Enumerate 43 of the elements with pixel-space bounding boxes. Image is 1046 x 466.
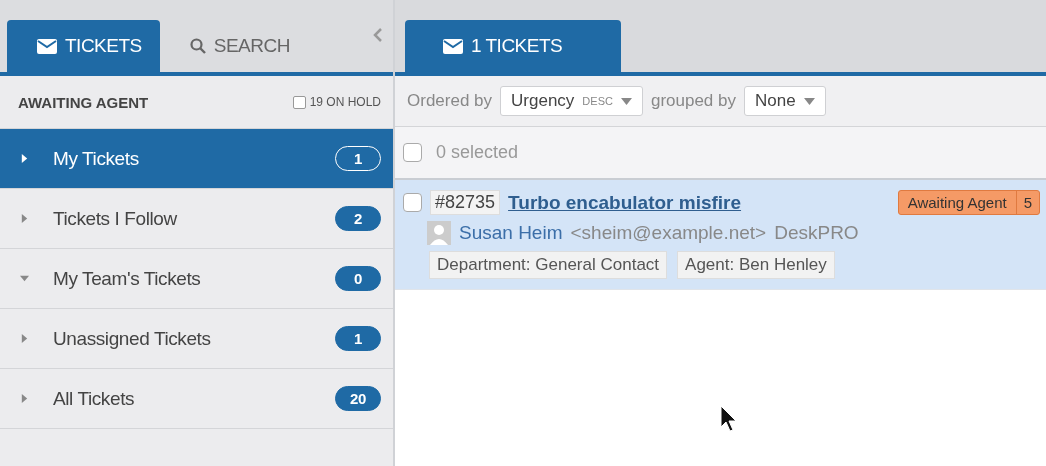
sidebar-item[interactable]: Unassigned Tickets 1 (0, 309, 393, 369)
sidebar-item[interactable]: Tickets I Follow 2 (0, 189, 393, 249)
caret-down-icon (803, 97, 815, 105)
caret-right-icon[interactable] (20, 154, 29, 163)
ticket-checkbox[interactable] (403, 193, 422, 212)
caret-down-icon[interactable] (20, 274, 29, 283)
sidebar-item[interactable]: All Tickets 20 (0, 369, 393, 429)
caret-right-icon[interactable] (20, 214, 29, 223)
email-text: <sheim@example.net> (570, 222, 767, 244)
envelope-icon (443, 38, 463, 54)
status-badge: Awaiting Agent 5 (897, 190, 1040, 215)
organization-text: DeskPRO (774, 222, 859, 244)
checkbox[interactable] (292, 95, 306, 109)
tab[interactable]: SEARCH (159, 20, 308, 72)
ticket-tag: Department: General Contact (429, 251, 668, 279)
avatar-icon (427, 221, 451, 245)
grouped-by-label: grouped by (650, 91, 736, 111)
count-badge: 1 (335, 326, 381, 351)
caret-right-icon[interactable] (20, 334, 29, 343)
section-heading: AWAITING AGENT (18, 93, 149, 111)
ordered-by-label: Ordered by (407, 91, 493, 111)
ticket-id: #82735 (430, 190, 501, 215)
sidebar-item[interactable]: My Tickets 1 (0, 129, 393, 189)
selected-count: 0 selected (436, 142, 519, 163)
person-link[interactable]: Susan Heim (459, 222, 563, 244)
mouse-pointer-icon (720, 405, 738, 433)
ticket-tag: Agent: Ben Henley (677, 251, 835, 279)
ticket-subject-link[interactable]: Turbo encabulator misfire (508, 191, 742, 214)
count-badge: 2 (335, 206, 381, 231)
sidebar-item[interactable]: My Team's Tickets 0 (0, 249, 393, 309)
count-badge: 0 (335, 266, 381, 291)
count-badge: 20 (335, 386, 381, 411)
search-icon (189, 38, 206, 54)
caret-right-icon[interactable] (20, 394, 29, 403)
group-dropdown[interactable]: None (744, 86, 826, 116)
ticket-row[interactable]: #82735 Turbo encabulator misfire Awaiting Agent 5 Susan Heim <sheim@example.net> DeskPRO Department: General Contact Agent: Ben Henley (395, 180, 1046, 290)
tab[interactable]: TICKETS (7, 20, 160, 72)
caret-down-icon (620, 97, 632, 105)
order-dropdown[interactable]: Urgency DESC (500, 86, 643, 116)
envelope-icon (37, 38, 57, 54)
on-hold-label: 19 ON HOLD (309, 95, 381, 109)
tab[interactable]: 1 TICKETS (405, 20, 621, 72)
select-all-checkbox[interactable] (403, 143, 422, 162)
